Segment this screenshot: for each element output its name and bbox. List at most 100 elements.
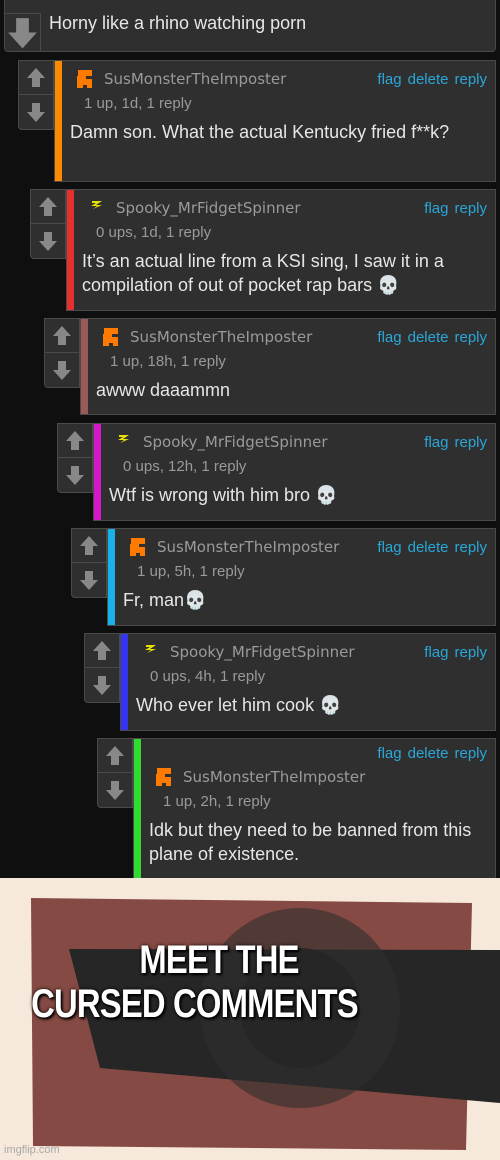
reply-link[interactable]: reply [454, 644, 487, 661]
username-link[interactable]: SusMonsterTheImposter [104, 70, 286, 88]
watermark: imgflip.com [4, 1144, 60, 1156]
comment: SusMonsterTheImposter flag delete reply 1 … [18, 60, 496, 182]
comment-actions: flag delete reply [371, 71, 487, 88]
flag-link[interactable]: flag [377, 745, 401, 762]
arrow-up-icon [66, 430, 84, 450]
vote-controls [30, 189, 66, 259]
comment-meta: 1 up, 1d, 1 reply [84, 95, 192, 112]
reply-link[interactable]: reply [454, 539, 487, 556]
downvote-button[interactable] [31, 224, 65, 258]
upvote-button[interactable] [19, 61, 53, 95]
arrow-down-icon [80, 571, 98, 590]
meme-title-line-2: CURSED COMMENTS [31, 982, 358, 1026]
comment: Spooky_MrFidgetSpinner flag reply 0 ups, … [30, 189, 496, 311]
downvote-button[interactable] [58, 458, 92, 492]
comment-text: Who ever let him cook 💀 [136, 695, 342, 715]
comment: SusMonsterTheImposter flag delete reply 1 … [44, 318, 496, 415]
thread-depth-bar [94, 424, 101, 520]
upvote-button[interactable] [45, 319, 79, 353]
arrow-down-icon [106, 781, 124, 800]
thread-depth-bar [121, 634, 128, 730]
flag-link[interactable]: flag [424, 200, 448, 217]
meme-title-line-1: MEET THE [139, 938, 299, 982]
comment-actions: flag reply [418, 644, 487, 661]
upvote-button[interactable] [98, 739, 132, 773]
reply-link[interactable]: reply [454, 745, 487, 762]
vote-controls [84, 633, 120, 703]
flag-link[interactable]: flag [424, 644, 448, 661]
reply-link[interactable]: reply [454, 329, 487, 346]
vote-controls [97, 738, 133, 808]
downvote-button[interactable] [5, 13, 41, 51]
arrow-up-icon [39, 196, 57, 216]
thread-depth-bar [67, 190, 74, 310]
vote-controls [18, 60, 54, 130]
vote-controls [71, 528, 107, 598]
username-link[interactable]: SusMonsterTheImposter [130, 328, 312, 346]
meme-title: MEET THE CURSED COMMENTS [0, 938, 410, 1026]
username-link[interactable]: Spooky_MrFidgetSpinner [116, 199, 301, 217]
reply-link[interactable]: reply [454, 434, 487, 451]
orange-pixel-avatar-icon [100, 326, 122, 348]
reply-link[interactable]: reply [454, 71, 487, 88]
username-link[interactable]: SusMonsterTheImposter [183, 768, 365, 786]
thread-depth-bar [108, 529, 115, 625]
vote-controls [57, 423, 93, 493]
delete-link[interactable]: delete [408, 329, 449, 346]
comment-meta: 1 up, 18h, 1 reply [110, 353, 226, 370]
comment-actions: flag reply [418, 434, 487, 451]
meme-banner: MEET THE CURSED COMMENTS imgflip.com [0, 878, 500, 1160]
comment-actions: flag delete reply [371, 539, 487, 556]
comment-meta: 1 up, 5h, 1 reply [137, 563, 245, 580]
comment-meta: 1 up, 2h, 1 reply [163, 793, 271, 810]
arrow-up-icon [93, 640, 111, 660]
arrow-up-icon [106, 745, 124, 765]
upvote-button[interactable] [58, 424, 92, 458]
arrow-down-icon [93, 676, 111, 695]
thread-depth-bar [134, 739, 141, 881]
flag-link[interactable]: flag [377, 329, 401, 346]
comment: Spooky_MrFidgetSpinner flag reply 0 ups, … [84, 633, 496, 731]
comment-text: awww daaammn [96, 380, 231, 400]
upvote-button[interactable] [31, 190, 65, 224]
username-link[interactable]: Spooky_MrFidgetSpinner [143, 433, 328, 451]
comment-text: It’s an actual line from a KSI sing, I s… [82, 251, 444, 295]
flag-link[interactable]: flag [377, 71, 401, 88]
username-link[interactable]: Spooky_MrFidgetSpinner [170, 643, 355, 661]
comment-text: Wtf is wrong with him bro 💀 [109, 485, 338, 505]
downvote-button[interactable] [72, 563, 106, 597]
comment-text: Fr, man💀 [123, 590, 207, 610]
comment: flag delete reply SusMonsterTheImposter 1 … [97, 738, 496, 882]
flag-link[interactable]: flag [377, 539, 401, 556]
username-link[interactable]: SusMonsterTheImposter [157, 538, 339, 556]
comment-actions: flag delete reply [149, 745, 487, 765]
comment-actions: flag delete reply [371, 329, 487, 346]
downvote-button[interactable] [45, 353, 79, 387]
thread-depth-bar [55, 61, 62, 181]
yellow-bolt-avatar-icon [140, 641, 162, 663]
yellow-bolt-avatar-icon [86, 197, 108, 219]
parent-comment: Horny like a rhino watching porn [4, 0, 496, 52]
comment-text: Idk but they need to be banned from this… [149, 820, 472, 864]
vote-controls [44, 318, 80, 388]
upvote-button[interactable] [72, 529, 106, 563]
downvote-button[interactable] [19, 95, 53, 129]
arrow-down-icon [8, 18, 37, 49]
arrow-down-icon [39, 232, 57, 251]
reply-link[interactable]: reply [454, 200, 487, 217]
delete-link[interactable]: delete [408, 71, 449, 88]
upvote-button[interactable] [85, 634, 119, 668]
delete-link[interactable]: delete [408, 745, 449, 762]
orange-pixel-avatar-icon [127, 536, 149, 558]
flag-link[interactable]: flag [424, 434, 448, 451]
orange-pixel-avatar-icon [153, 766, 175, 788]
arrow-down-icon [27, 103, 45, 122]
downvote-button[interactable] [85, 668, 119, 702]
yellow-bolt-avatar-icon [113, 431, 135, 453]
comment-meta: 0 ups, 1d, 1 reply [96, 224, 212, 241]
delete-link[interactable]: delete [408, 539, 449, 556]
thread-depth-bar [81, 319, 88, 414]
comment-text: Horny like a rhino watching porn [49, 13, 307, 33]
arrow-up-icon [27, 67, 45, 87]
downvote-button[interactable] [98, 773, 132, 807]
